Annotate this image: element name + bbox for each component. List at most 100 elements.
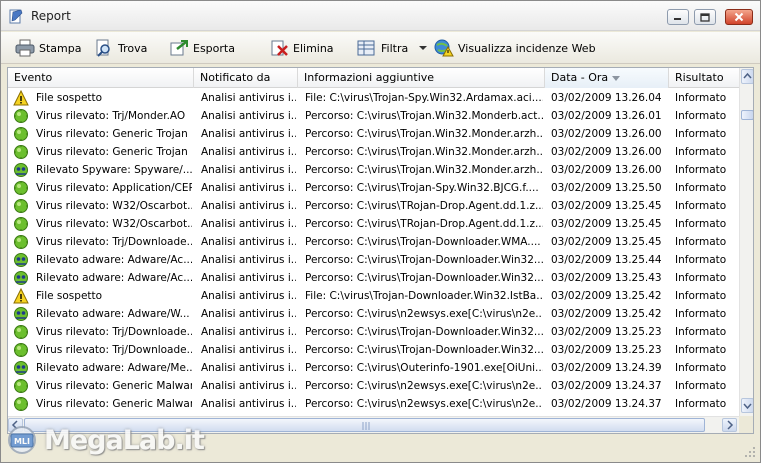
cell-data-ora: 03/02/2009 13.25.50	[551, 182, 662, 194]
cell-data-ora: 03/02/2009 13.26.00	[551, 164, 662, 176]
table-row[interactable]: Virus rilevato: Generic Malware Analisi a…	[8, 377, 739, 395]
close-button[interactable]	[725, 9, 753, 25]
trova-label: Trova	[118, 41, 148, 55]
report-list[interactable]: Evento Notificato da Informazioni aggiun…	[7, 67, 754, 434]
grip-icon	[362, 422, 370, 430]
cell-evento: Rilevato adware: Adware/Me...	[36, 362, 192, 374]
scroll-up-button[interactable]	[741, 69, 753, 84]
table-row[interactable]: Virus rilevato: Generic Malware Analisi a…	[8, 395, 739, 413]
table-row[interactable]: Virus rilevato: W32/Oscarbot... Analisi a…	[8, 197, 739, 215]
cell-notificato-da: Analisi antivirus i...	[201, 92, 296, 104]
cell-risultato: Informato	[675, 326, 727, 338]
list-header: Evento Notificato da Informazioni aggiun…	[8, 68, 739, 88]
spyware-icon	[13, 306, 29, 322]
cell-data-ora: 03/02/2009 13.24.37	[551, 380, 662, 392]
cell-evento: Virus rilevato: W32/Oscarbot...	[36, 200, 192, 212]
cell-notificato-da: Analisi antivirus i...	[201, 380, 296, 392]
visualizza-incidenze-web-button[interactable]: Visualizza incidenze Web	[434, 38, 596, 58]
vertical-scrollbar[interactable]	[739, 68, 753, 416]
table-row[interactable]: Virus rilevato: Trj/Monder.AO Analisi ant…	[8, 107, 739, 125]
scroll-down-button[interactable]	[741, 398, 753, 413]
column-header-data-ora[interactable]: Data - Ora	[545, 68, 669, 88]
spyware-icon	[13, 252, 29, 268]
maximize-button[interactable]	[694, 9, 716, 25]
cell-data-ora: 03/02/2009 13.25.45	[551, 236, 662, 248]
table-row[interactable]: Virus rilevato: W32/Oscarbot... Analisi a…	[8, 215, 739, 233]
cell-informazioni: File: C:\virus\Trojan-Spy.Win32.Ardamax.…	[305, 92, 543, 104]
cell-notificato-da: Analisi antivirus i...	[201, 344, 296, 356]
cell-notificato-da: Analisi antivirus i...	[201, 290, 296, 302]
cell-notificato-da: Analisi antivirus i...	[201, 128, 296, 140]
warning-icon	[13, 89, 29, 106]
column-header-risultato[interactable]: Risultato	[669, 68, 739, 88]
cell-data-ora: 03/02/2009 13.24.37	[551, 398, 662, 410]
elimina-button[interactable]: Elimina	[271, 38, 334, 58]
table-row[interactable]: Virus rilevato: Trj/Downloade... Analisi …	[8, 233, 739, 251]
cell-informazioni: Percorso: C:\virus\Trojan-Downloader.Win…	[305, 254, 543, 266]
table-row[interactable]: Virus rilevato: Trj/Downloade... Analisi …	[8, 323, 739, 341]
cell-notificato-da: Analisi antivirus i...	[201, 236, 296, 248]
spyware-icon	[13, 162, 29, 178]
table-row[interactable]: Rilevato Spyware: Spyware/... Analisi ant…	[8, 161, 739, 179]
chevron-down-icon[interactable]	[418, 44, 428, 52]
cell-informazioni: Percorso: C:\virus\n2ewsys.exe[C:\virus\…	[305, 380, 543, 392]
maximize-icon	[700, 12, 710, 22]
cell-informazioni: Percorso: C:\virus\n2ewsys.exe[C:\virus\…	[305, 398, 543, 410]
spyware-icon	[13, 270, 29, 286]
cell-evento: Virus rilevato: Application/CEPD	[36, 182, 192, 194]
filtra-button[interactable]: Filtra	[357, 38, 428, 58]
minimize-button[interactable]	[667, 9, 689, 25]
cell-informazioni: Percorso: C:\virus\Trojan-Downloader.Win…	[305, 344, 543, 356]
virus-icon	[13, 144, 29, 160]
table-row[interactable]: Rilevato adware: Adware/Me... Analisi ant…	[8, 359, 739, 377]
table-row[interactable]: Rilevato adware: Adware/Ac... Analisi ant…	[8, 251, 739, 269]
table-row[interactable]: Rilevato adware: Adware/Ac... Analisi ant…	[8, 269, 739, 287]
resize-grip-icon[interactable]	[744, 446, 756, 458]
virus-icon	[13, 396, 29, 412]
table-row[interactable]: File sospetto Analisi antivirus i... File:…	[8, 287, 739, 305]
cell-informazioni: Percorso: C:\virus\Trojan.Win32.Monder.a…	[305, 164, 543, 176]
table-row[interactable]: Virus rilevato: Application/CEPD Analisi …	[8, 179, 739, 197]
stampa-button[interactable]: Stampa	[15, 38, 81, 58]
cell-risultato: Informato	[675, 362, 727, 374]
esporta-label: Esporta	[193, 41, 235, 55]
cell-risultato: Informato	[675, 290, 727, 302]
cell-risultato: Informato	[675, 164, 727, 176]
esporta-button[interactable]: Esporta	[169, 38, 235, 58]
cell-risultato: Informato	[675, 182, 727, 194]
title-bar[interactable]: Report	[1, 1, 760, 31]
virus-icon	[13, 234, 29, 250]
cell-risultato: Informato	[675, 308, 727, 320]
export-icon	[170, 40, 188, 56]
cell-evento: Virus rilevato: W32/Oscarbot...	[36, 218, 192, 230]
cell-risultato: Informato	[675, 218, 727, 230]
cell-risultato: Informato	[675, 380, 727, 392]
column-header-evento[interactable]: Evento	[8, 68, 194, 88]
table-row[interactable]: Rilevato adware: Adware/W... Analisi anti…	[8, 305, 739, 323]
column-header-notificato-da[interactable]: Notificato da	[194, 68, 298, 88]
find-icon	[96, 39, 110, 57]
table-row[interactable]: Virus rilevato: Generic Trojan Analisi an…	[8, 125, 739, 143]
cell-evento: Virus rilevato: Generic Trojan	[36, 128, 188, 140]
virus-icon	[13, 324, 29, 340]
chevron-up-icon	[743, 72, 752, 79]
column-header-informazioni[interactable]: Informazioni aggiuntive	[298, 68, 545, 88]
scroll-right-button[interactable]	[722, 418, 737, 432]
cell-notificato-da: Analisi antivirus i...	[201, 326, 296, 338]
cell-data-ora: 03/02/2009 13.26.01	[551, 110, 662, 122]
chevron-down-icon	[743, 403, 752, 410]
cell-data-ora: 03/02/2009 13.25.42	[551, 308, 662, 320]
table-row[interactable]: Virus rilevato: Generic Trojan Analisi an…	[8, 143, 739, 161]
trova-button[interactable]: Trova	[94, 38, 147, 58]
virus-icon	[13, 108, 29, 124]
stampa-label: Stampa	[39, 41, 82, 55]
table-row[interactable]: Virus rilevato: Trj/Downloade... Analisi …	[8, 341, 739, 359]
cell-data-ora: 03/02/2009 13.25.43	[551, 272, 662, 284]
cell-evento: Virus rilevato: Generic Trojan	[36, 146, 188, 158]
cell-evento: Rilevato adware: Adware/Ac...	[36, 272, 192, 284]
chevron-right-icon	[727, 420, 734, 430]
table-row[interactable]: File sospetto Analisi antivirus i... File:…	[8, 89, 739, 107]
cell-informazioni: Percorso: C:\virus\Trojan-Spy.Win32.BJCG…	[305, 182, 539, 194]
vertical-scroll-thumb[interactable]	[741, 110, 753, 120]
minimize-icon	[674, 18, 681, 20]
